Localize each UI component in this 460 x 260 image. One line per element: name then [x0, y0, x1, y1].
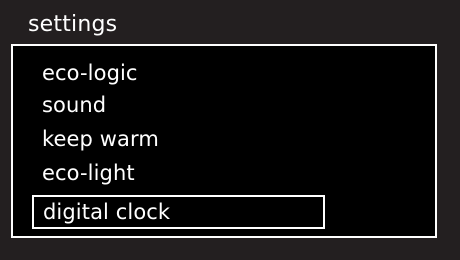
menu-item-keep-warm[interactable]: keep warm	[42, 124, 159, 154]
menu-item-digital-clock-selected[interactable]: digital clock	[32, 195, 325, 229]
settings-screen: settings eco-logic sound keep warm eco-l…	[0, 0, 460, 260]
screen-title: settings	[28, 12, 118, 37]
menu-item-sound[interactable]: sound	[42, 90, 106, 120]
menu-item-eco-logic[interactable]: eco-logic	[42, 58, 138, 88]
menu-item-eco-light[interactable]: eco-light	[42, 158, 135, 188]
